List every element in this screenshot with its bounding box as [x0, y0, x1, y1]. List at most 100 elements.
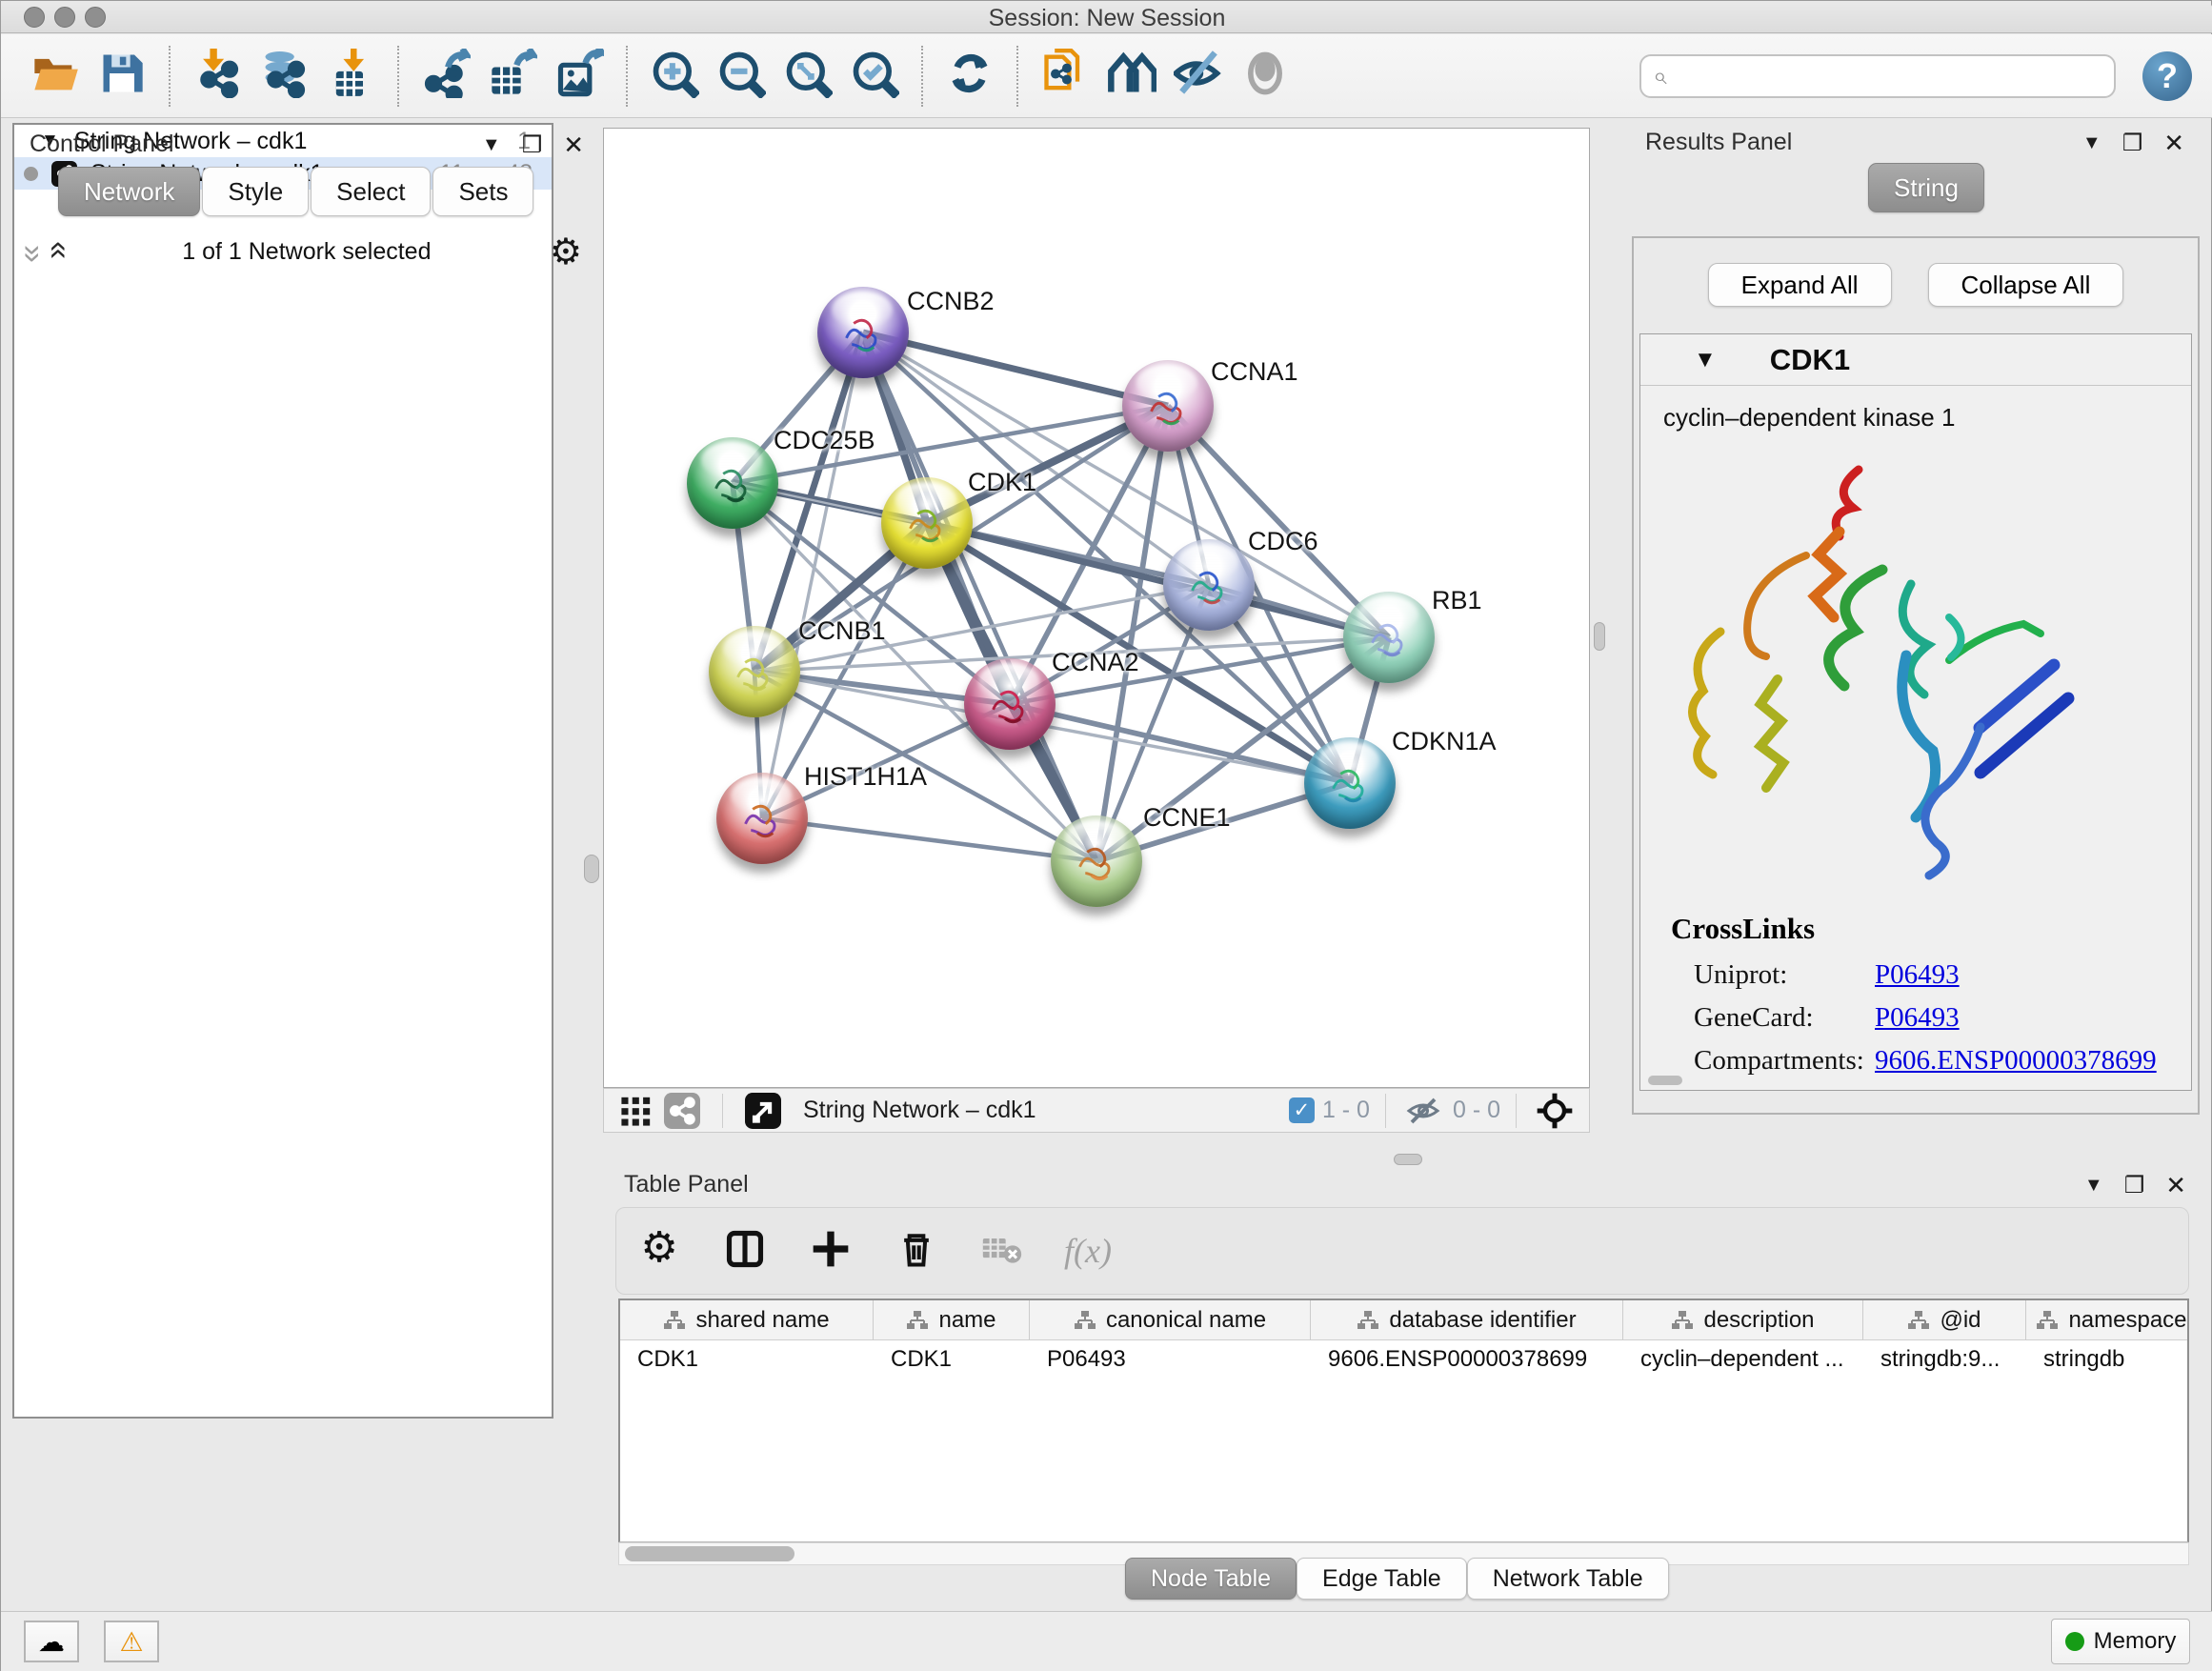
- node-CDK1[interactable]: [881, 477, 973, 569]
- crosslink-value-link[interactable]: 9606.ENSP00000378699: [1875, 1088, 2157, 1091]
- split-columns-button[interactable]: [719, 1225, 771, 1277]
- node-label-CCNA2: CCNA2: [1052, 648, 1139, 677]
- tab-sets[interactable]: Sets: [432, 167, 533, 216]
- grid-view-icon[interactable]: [615, 1085, 657, 1137]
- export-image-button[interactable]: [546, 45, 613, 108]
- zoom-out-button[interactable]: [708, 45, 774, 108]
- node-CDC25B[interactable]: [687, 437, 778, 529]
- import-table-button[interactable]: [317, 45, 384, 108]
- selected-nodes-checkbox-icon[interactable]: ✓: [1289, 1097, 1315, 1123]
- crosslink-value-link[interactable]: P06493: [1875, 959, 1960, 991]
- tab-network-table[interactable]: Network Table: [1467, 1558, 1669, 1600]
- crosslink-value-link[interactable]: P06493: [1875, 1002, 1960, 1034]
- tab-node-table[interactable]: Node Table: [1125, 1558, 1297, 1600]
- node-CCNB1[interactable]: [709, 626, 800, 717]
- table-cell: P06493: [1030, 1340, 1311, 1379]
- panel-close-icon[interactable]: ✕: [563, 131, 584, 160]
- zoom-in-button[interactable]: [641, 45, 708, 108]
- right-splitter-handle[interactable]: [1594, 622, 1605, 651]
- import-network-database-icon: [259, 49, 309, 103]
- node-CDC6[interactable]: [1163, 539, 1255, 631]
- apply-layout-button[interactable]: [936, 45, 1003, 108]
- column-header-shared-name[interactable]: shared name: [620, 1300, 874, 1339]
- help-button[interactable]: ?: [2142, 51, 2192, 101]
- show-all-button[interactable]: [1232, 45, 1298, 108]
- panel-float-icon[interactable]: ❐: [522, 131, 543, 159]
- delete-column-button[interactable]: [891, 1225, 942, 1277]
- node-CDKN1A[interactable]: [1304, 737, 1396, 829]
- crosslink-label: GeneCard:: [1694, 1002, 1875, 1034]
- first-neighbors-button[interactable]: [1098, 45, 1165, 108]
- network-options-gear-icon[interactable]: ⚙: [550, 231, 582, 273]
- tab-select[interactable]: Select: [311, 167, 431, 216]
- card-scrollbar[interactable]: [1648, 1076, 1682, 1085]
- network-selector-bar: » » 1 of 1 Network selected ⚙: [26, 230, 582, 273]
- tab-edge-table[interactable]: Edge Table: [1297, 1558, 1467, 1600]
- panel-close-icon[interactable]: ✕: [2165, 1171, 2186, 1200]
- node-HIST1H1A[interactable]: [716, 773, 808, 864]
- node-CCNE1[interactable]: [1051, 815, 1142, 907]
- tab-string[interactable]: String: [1868, 163, 1984, 212]
- column-type-icon: [2036, 1310, 2059, 1331]
- import-network-file-button[interactable]: [184, 45, 251, 108]
- scrollbar-thumb[interactable]: [625, 1546, 794, 1561]
- collapse-all-button[interactable]: Collapse All: [1928, 263, 2124, 307]
- table-cell: stringdb: [2026, 1340, 2189, 1379]
- left-splitter-handle[interactable]: [584, 855, 599, 883]
- zoom-fit-button[interactable]: [774, 45, 841, 108]
- table-cell: 9606.ENSP00000378699: [1311, 1340, 1623, 1379]
- open-session-button[interactable]: [22, 45, 89, 108]
- column-header-database-identifier[interactable]: database identifier: [1311, 1300, 1623, 1339]
- expand-all-button[interactable]: Expand All: [1708, 263, 1892, 307]
- expand-all-networks-icon[interactable]: »: [38, 245, 75, 259]
- warnings-button[interactable]: ⚠: [104, 1621, 159, 1662]
- network-canvas[interactable]: CCNB2CCNA1CDC25BCDK1CDC6RB1CCNB1CCNA2CDK…: [603, 128, 1590, 1088]
- table-toolbar: ⚙f(x): [615, 1207, 2189, 1295]
- cytoscape-window: { "window": { "title": "Session: New Ses…: [0, 0, 2212, 1671]
- node-CCNB2[interactable]: [817, 287, 909, 378]
- birds-eye-view-icon[interactable]: [738, 1085, 788, 1137]
- table-row[interactable]: CDK1CDK1P064939606.ENSP00000378699cyclin…: [620, 1340, 2187, 1379]
- crosslink-value-link[interactable]: 9606.ENSP00000378699: [1875, 1045, 2157, 1077]
- table-settings-button[interactable]: ⚙: [633, 1225, 685, 1277]
- save-session-button[interactable]: [89, 45, 155, 108]
- zoom-selected-button[interactable]: [841, 45, 908, 108]
- crosslink-row: Uniprot:P06493: [1694, 954, 2170, 997]
- search-input[interactable]: [1675, 63, 2102, 90]
- hidden-count: 0 - 0: [1453, 1097, 1500, 1124]
- node-CCNA2[interactable]: [964, 658, 1056, 750]
- gene-section-header[interactable]: ▼ CDK1: [1640, 334, 2191, 386]
- bottom-splitter-handle[interactable]: [1394, 1154, 1422, 1165]
- section-expander-icon[interactable]: ▼: [1694, 347, 1717, 373]
- table-tabs: Node TableEdge TableNetwork Table: [1125, 1558, 1669, 1600]
- column-header-namespace[interactable]: namespace: [2026, 1300, 2189, 1339]
- panel-close-icon[interactable]: ✕: [2163, 129, 2184, 158]
- memory-button[interactable]: Memory: [2051, 1619, 2190, 1664]
- hide-selected-button[interactable]: [1165, 45, 1232, 108]
- search-box[interactable]: ⌕: [1639, 54, 2116, 98]
- tab-network[interactable]: Network: [58, 167, 200, 216]
- column-header-canonical-name[interactable]: canonical name: [1030, 1300, 1311, 1339]
- panel-float-icon[interactable]: ❐: [2122, 130, 2143, 157]
- copy-network-button[interactable]: [1032, 45, 1098, 108]
- column-header-name[interactable]: name: [874, 1300, 1030, 1339]
- export-table-button[interactable]: [479, 45, 546, 108]
- panel-float-icon[interactable]: ❐: [2124, 1172, 2145, 1199]
- export-network-button[interactable]: [412, 45, 479, 108]
- panel-collapse-icon[interactable]: ▼: [2084, 1175, 2103, 1197]
- node-RB1[interactable]: [1343, 592, 1435, 683]
- panel-collapse-icon[interactable]: ▼: [482, 134, 501, 156]
- network-share-view-icon[interactable]: [657, 1085, 707, 1137]
- open-session-icon: [30, 49, 80, 103]
- panel-collapse-icon[interactable]: ▼: [2082, 132, 2101, 154]
- zoom-selected-icon: [850, 49, 899, 103]
- cloud-button[interactable]: ☁: [24, 1621, 79, 1662]
- add-column-button[interactable]: [805, 1225, 856, 1277]
- tab-style[interactable]: Style: [202, 167, 309, 216]
- import-network-database-button[interactable]: [251, 45, 317, 108]
- string-results-container: Expand All Collapse All ▼ CDK1 cyclin–de…: [1632, 236, 2200, 1115]
- column-header--id[interactable]: @id: [1863, 1300, 2026, 1339]
- node-CCNA1[interactable]: [1122, 360, 1214, 452]
- column-header-description[interactable]: description: [1623, 1300, 1863, 1339]
- fit-selected-crosshair-icon[interactable]: [1532, 1085, 1578, 1137]
